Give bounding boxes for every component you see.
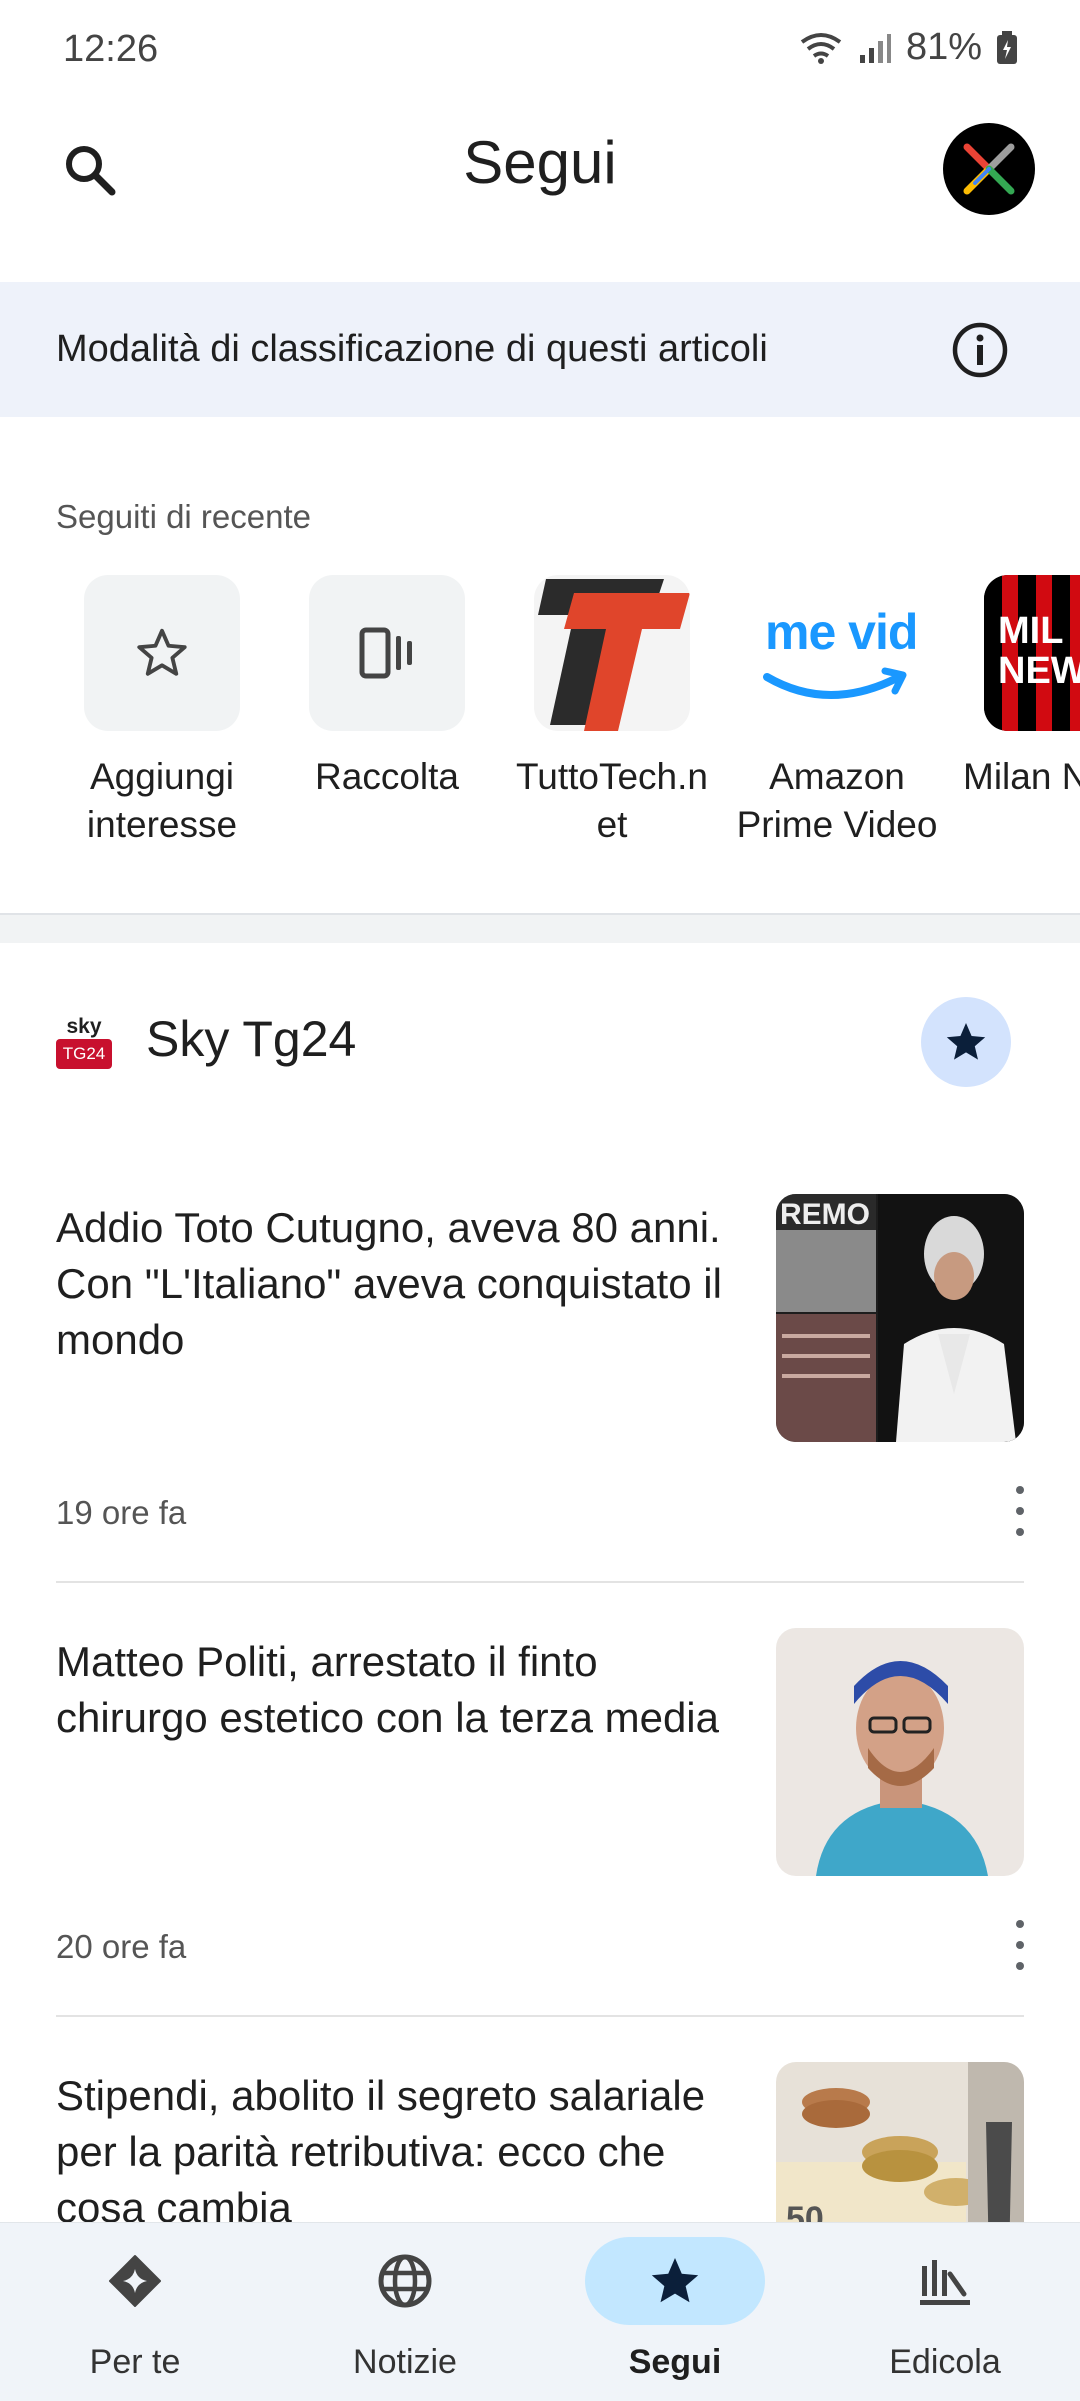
chip-tuttotech[interactable]: TuttoTech.n et (497, 575, 727, 849)
source-name[interactable]: Sky Tg24 (146, 1010, 356, 1068)
battery-percent: 81% (905, 26, 982, 68)
signal-icon (859, 33, 891, 63)
status-time: 12:26 (63, 28, 159, 70)
article-image (776, 1628, 1024, 1876)
more-options-button[interactable] (1005, 1486, 1035, 1536)
banner-text: Modalità di classificazione di questi ar… (56, 328, 768, 370)
milan-logo-line2: NEW (998, 650, 1080, 692)
chip-prime-video[interactable]: me vid Amazon Prime Video (722, 575, 952, 849)
nav-label: Per te (89, 2343, 181, 2381)
chip-label: Aggiungi interesse (86, 756, 238, 845)
nav-news[interactable]: Notizie (270, 2223, 540, 2401)
nav-pill (315, 2237, 495, 2325)
nav-following[interactable]: Segui (540, 2223, 810, 2401)
article-thumbnail[interactable]: REMO (776, 1194, 1024, 1442)
nav-label: Edicola (889, 2343, 1001, 2381)
milan-logo-line1: MIL (998, 610, 1064, 652)
milan-news-logo: MIL NEW (984, 575, 1080, 731)
article-time: 19 ore fa (56, 1494, 187, 1531)
article-title[interactable]: Matteo Politi, arrestato il finto chirur… (56, 1634, 746, 1746)
for-you-icon (109, 2255, 161, 2307)
page-title: Segui (463, 129, 617, 196)
nav-label: Segui (628, 2343, 722, 2381)
nav-newsstand[interactable]: Edicola (810, 2223, 1080, 2401)
more-options-button[interactable] (1005, 1920, 1035, 1970)
source-logo-line1: sky (66, 1015, 102, 1038)
article-image: REMO (776, 1194, 1024, 1442)
chip-label: Milan N (963, 756, 1080, 797)
avatar-icon (963, 143, 1015, 195)
nav-pill (45, 2237, 225, 2325)
star-icon (946, 1023, 986, 1060)
nav-label: Notizie (353, 2343, 457, 2381)
chip-tile: me vid (759, 575, 915, 731)
article-thumbnail[interactable] (776, 1628, 1024, 1876)
chip-collection[interactable]: Raccolta (272, 575, 502, 801)
chip-add-interest[interactable]: Aggiungi interesse (47, 575, 277, 849)
nav-pill (855, 2237, 1035, 2325)
wifi-icon (800, 32, 842, 64)
newsstand-icon (920, 2260, 970, 2305)
ranking-info-banner[interactable]: Modalità di classificazione di questi ar… (0, 282, 1080, 417)
svg-text:REMO: REMO (780, 1198, 870, 1231)
globe-icon (378, 2254, 432, 2308)
star-icon (651, 2258, 699, 2303)
article-separator (56, 2015, 1024, 2017)
chip-tile (84, 575, 240, 731)
source-logo-line2: TG24 (56, 1039, 112, 1069)
article-title[interactable]: Addio Toto Cutugno, aveva 80 anni. Con "… (56, 1200, 746, 1368)
article-time: 20 ore fa (56, 1928, 187, 1965)
collection-icon (359, 627, 412, 679)
article-title[interactable]: Stipendi, abolito il segreto salariale p… (56, 2068, 746, 2236)
nav-pill (585, 2237, 765, 2325)
star-outline-icon (137, 628, 187, 676)
info-icon[interactable] (950, 320, 1010, 380)
section-divider (0, 913, 1080, 943)
nav-for-you[interactable]: Per te (0, 2223, 270, 2401)
bottom-navigation: Per te Notizie Segui Edicola (0, 2222, 1080, 2401)
chip-label: Raccolta (315, 756, 459, 797)
chip-tile (309, 575, 465, 731)
chip-label: TuttoTech.n et (516, 756, 708, 845)
chip-tile (534, 575, 690, 731)
follow-source-button[interactable] (921, 997, 1011, 1087)
battery-icon (997, 30, 1017, 64)
tuttotech-logo (538, 579, 690, 731)
avatar[interactable] (943, 123, 1035, 215)
article-separator (56, 1581, 1024, 1583)
chip-tile: MIL NEW (984, 575, 1080, 731)
recent-follows-carousel[interactable]: Aggiungi interesse Raccolta TuttoTech.n … (0, 575, 1080, 875)
recent-heading: Seguiti di recente (56, 498, 311, 535)
chip-milan-news[interactable]: MIL NEW Milan N (947, 575, 1080, 801)
status-icons: 81% (798, 26, 1018, 69)
chip-label: Amazon Prime Video (736, 756, 938, 845)
sky-tg24-logo: sky TG24 (56, 1015, 112, 1071)
prime-video-logo (763, 667, 907, 699)
